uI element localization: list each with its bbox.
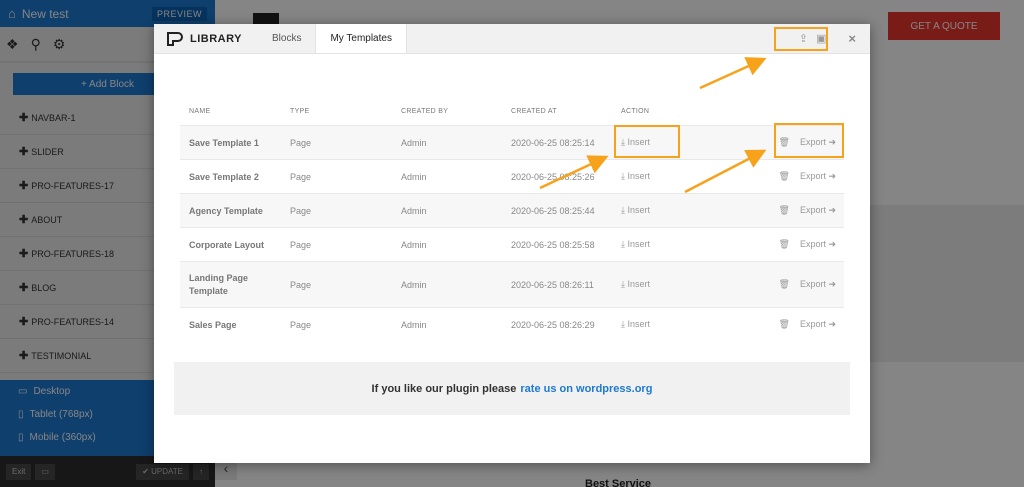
export-icon: ➜ bbox=[825, 239, 836, 249]
tab-my-templates[interactable]: My Templates bbox=[315, 24, 407, 53]
highlight-box-header-actions bbox=[774, 27, 828, 51]
row-actions: 🗑 Export ➜ bbox=[731, 239, 844, 250]
modal-header: LIBRARY Blocks My Templates ⇪ ▣ × bbox=[154, 24, 870, 54]
insert-button[interactable]: ⤓ Insert bbox=[621, 239, 731, 250]
table-row: Agency Template Page Admin 2020-06-25 08:25… bbox=[180, 193, 844, 227]
rate-link[interactable]: rate us on wordpress.org bbox=[520, 383, 652, 395]
highlight-box-export bbox=[774, 123, 844, 158]
banner-text: If you like our plugin please bbox=[371, 382, 517, 395]
col-name: NAME bbox=[189, 108, 211, 115]
logo-icon bbox=[167, 31, 183, 46]
template-author: Admin bbox=[401, 279, 427, 290]
template-date: 2020-06-25 08:26:11 bbox=[511, 279, 594, 290]
template-date: 2020-06-25 08:25:14 bbox=[511, 137, 595, 148]
export-label: Export bbox=[799, 239, 826, 249]
export-button[interactable]: Export ➜ bbox=[800, 171, 836, 181]
close-button[interactable]: × bbox=[848, 31, 856, 46]
template-date: 2020-06-25 08:25:58 bbox=[511, 239, 595, 250]
template-name: Landing Page Template bbox=[189, 272, 249, 296]
trash-icon[interactable]: 🗑 bbox=[779, 205, 790, 215]
template-name: Save Template 1 bbox=[189, 137, 259, 148]
col-created-by: CREATED BY bbox=[401, 108, 449, 115]
table-body: Save Template 1 Page Admin 2020-06-25 08:25… bbox=[180, 125, 844, 341]
template-author: Admin bbox=[401, 205, 427, 216]
template-name: Corporate Layout bbox=[189, 239, 265, 250]
export-icon: ➜ bbox=[825, 171, 836, 181]
template-name: Save Template 2 bbox=[189, 171, 259, 182]
row-actions: 🗑 Export ➜ bbox=[731, 171, 844, 182]
insert-button[interactable]: ⤓ Insert bbox=[621, 279, 731, 290]
template-date: 2020-06-25 08:26:29 bbox=[511, 319, 595, 330]
insert-label: Insert bbox=[627, 239, 650, 249]
export-icon: ➜ bbox=[825, 279, 836, 289]
export-button[interactable]: Export ➜ bbox=[800, 205, 836, 215]
col-action: ACTION bbox=[621, 108, 650, 115]
col-type: TYPE bbox=[290, 108, 310, 115]
export-icon: ➜ bbox=[825, 205, 836, 215]
template-date: 2020-06-25 08:25:44 bbox=[511, 205, 595, 216]
table-row: Save Template 1 Page Admin 2020-06-25 08:25… bbox=[180, 125, 844, 159]
template-author: Admin bbox=[401, 239, 427, 250]
export-button[interactable]: Export ➜ bbox=[800, 279, 836, 289]
library-logo: LIBRARY bbox=[154, 24, 258, 53]
export-icon: ➜ bbox=[825, 319, 836, 329]
template-type: Page bbox=[290, 171, 312, 182]
export-button[interactable]: Export ➜ bbox=[800, 319, 836, 329]
row-actions: 🗑 Export ➜ bbox=[731, 205, 844, 216]
export-label: Export bbox=[799, 205, 826, 215]
export-label: Export bbox=[799, 171, 826, 181]
table-row: Landing Page Template Page Admin 2020-06-25… bbox=[180, 261, 844, 307]
insert-label: Insert bbox=[627, 171, 650, 181]
export-button[interactable]: Export ➜ bbox=[800, 239, 836, 249]
trash-icon[interactable]: 🗑 bbox=[779, 319, 790, 329]
table-row: Save Template 2 Page Admin 2020-06-25 08:25… bbox=[180, 159, 844, 193]
insert-label: Insert bbox=[627, 319, 650, 329]
insert-label: Insert bbox=[627, 279, 650, 289]
trash-icon[interactable]: 🗑 bbox=[779, 171, 790, 181]
row-actions: 🗑 Export ➜ bbox=[731, 279, 844, 290]
export-label: Export bbox=[799, 319, 826, 329]
template-author: Admin bbox=[401, 319, 427, 330]
table-row: Sales Page Page Admin 2020-06-25 08:26:29 ⤓ … bbox=[180, 307, 844, 341]
col-created-at: CREATED AT bbox=[511, 108, 557, 115]
template-author: Admin bbox=[401, 137, 427, 148]
template-type: Page bbox=[290, 239, 312, 250]
template-name: Agency Template bbox=[189, 205, 263, 216]
template-type: Page bbox=[290, 279, 312, 290]
templates-table: NAME TYPE CREATED BY CREATED AT ACTION S… bbox=[180, 98, 844, 341]
template-type: Page bbox=[290, 205, 312, 216]
table-header: NAME TYPE CREATED BY CREATED AT ACTION bbox=[180, 98, 844, 125]
rate-banner: If you like our plugin please rate us on… bbox=[174, 362, 850, 415]
template-type: Page bbox=[290, 137, 312, 148]
library-title: LIBRARY bbox=[190, 32, 242, 45]
template-author: Admin bbox=[401, 171, 427, 182]
template-type: Page bbox=[290, 319, 312, 330]
export-label: Export bbox=[799, 279, 826, 289]
highlight-box-insert bbox=[614, 125, 680, 158]
table-row: Corporate Layout Page Admin 2020-06-25 08:2… bbox=[180, 227, 844, 261]
insert-button[interactable]: ⤓ Insert bbox=[621, 205, 731, 216]
row-actions: 🗑 Export ➜ bbox=[731, 319, 844, 330]
trash-icon[interactable]: 🗑 bbox=[779, 279, 790, 289]
template-name: Sales Page bbox=[189, 319, 237, 330]
tab-blocks[interactable]: Blocks bbox=[258, 24, 315, 53]
template-date: 2020-06-25 08:25:26 bbox=[511, 171, 595, 182]
trash-icon[interactable]: 🗑 bbox=[779, 239, 790, 249]
insert-button[interactable]: ⤓ Insert bbox=[621, 319, 731, 330]
insert-button[interactable]: ⤓ Insert bbox=[621, 171, 731, 182]
library-modal: LIBRARY Blocks My Templates ⇪ ▣ × NAME T… bbox=[154, 24, 870, 463]
insert-label: Insert bbox=[627, 205, 650, 215]
